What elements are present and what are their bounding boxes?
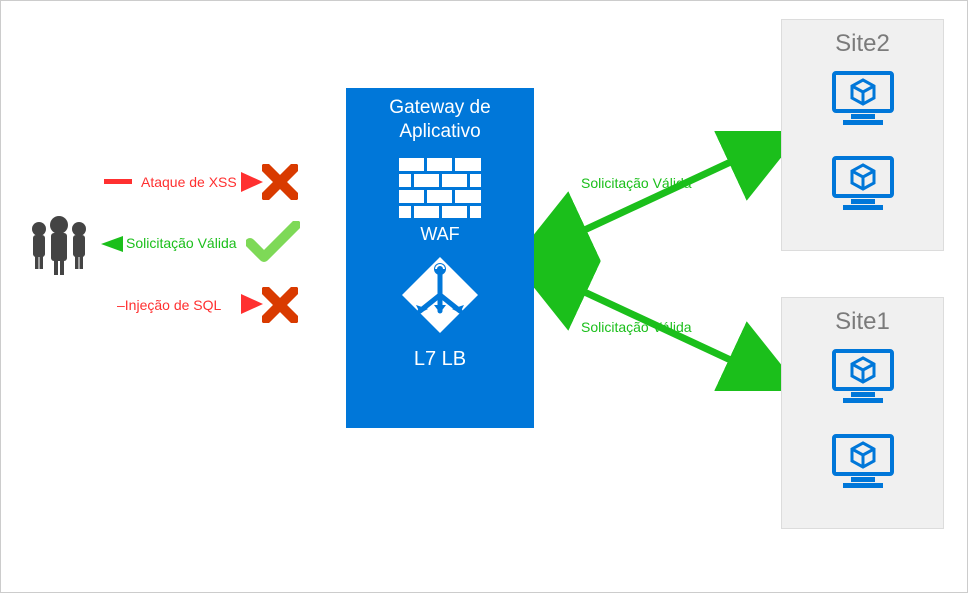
loadbalancer-icon (400, 255, 480, 340)
blocked-x-icon (262, 287, 298, 323)
site1-title: Site1 (835, 308, 890, 336)
users-group-icon (25, 211, 93, 279)
double-arrow-icon (534, 131, 781, 261)
site1-box: Site1 (781, 297, 944, 529)
gateway-box: Gateway de Aplicativo WAF (346, 88, 534, 428)
arrowhead-left-icon (101, 236, 123, 252)
gateway-title: Gateway de Aplicativo (389, 96, 490, 144)
site2-box: Site2 (781, 19, 944, 251)
allowed-check-icon (246, 221, 300, 265)
l7-lb-label: L7 LB (414, 348, 466, 371)
vm-monitor-icon (831, 348, 895, 411)
valid-request-bottom-label: Solicitação Válida (581, 319, 692, 335)
valid-request-left-label: Solicitação Válida (126, 235, 237, 251)
vm-monitor-icon (831, 70, 895, 133)
vm-monitor-icon (831, 155, 895, 218)
blocked-x-icon (262, 164, 298, 200)
xss-attack-label: Ataque de XSS (141, 174, 237, 190)
site2-title: Site2 (835, 30, 890, 58)
brick-wall-icon (399, 158, 481, 218)
dash-icon (104, 179, 132, 185)
vm-monitor-icon (831, 433, 895, 496)
waf-label: WAF (420, 224, 459, 245)
arrowhead-right-icon (241, 294, 263, 314)
valid-request-top-label: Solicitação Válida (581, 175, 692, 191)
sql-injection-label: –Injeção de SQL (117, 297, 221, 313)
arrowhead-right-icon (241, 172, 263, 192)
